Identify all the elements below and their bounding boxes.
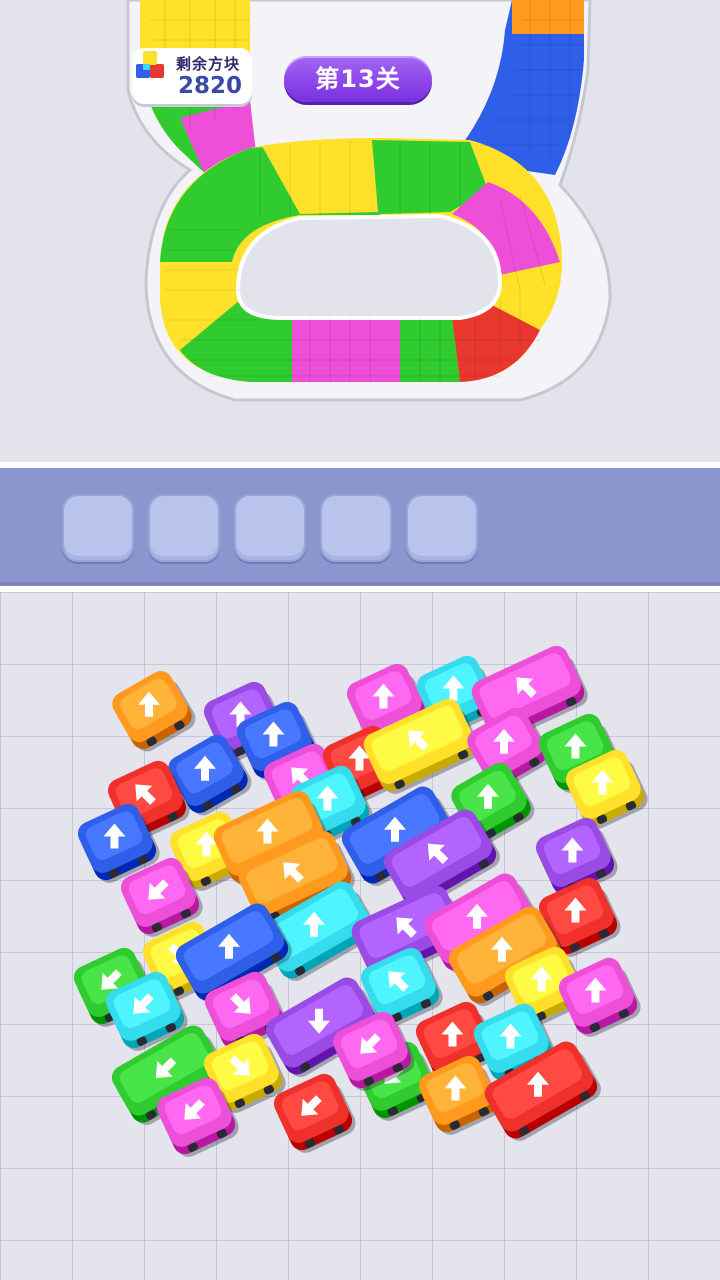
empty-slot bbox=[406, 494, 478, 562]
parking-lot-canvas bbox=[73, 645, 648, 1157]
block-track-area: 剩余方块 2820 第13关 bbox=[0, 0, 720, 462]
vehicle-orange-car[interactable] bbox=[108, 666, 200, 757]
empty-slot bbox=[62, 494, 134, 562]
empty-slot bbox=[148, 494, 220, 562]
vehicle-slot-bar bbox=[0, 468, 720, 586]
parking-lot bbox=[0, 592, 720, 1280]
blocks-icon bbox=[136, 51, 164, 78]
empty-slot bbox=[320, 494, 392, 562]
blocks-remaining-label: 剩余方块 bbox=[176, 55, 241, 73]
empty-slot bbox=[234, 494, 306, 562]
blocks-remaining-value: 2820 bbox=[178, 73, 243, 99]
blocks-remaining-counter: 剩余方块 2820 bbox=[132, 48, 252, 104]
level-indicator: 第13关 bbox=[284, 56, 432, 102]
